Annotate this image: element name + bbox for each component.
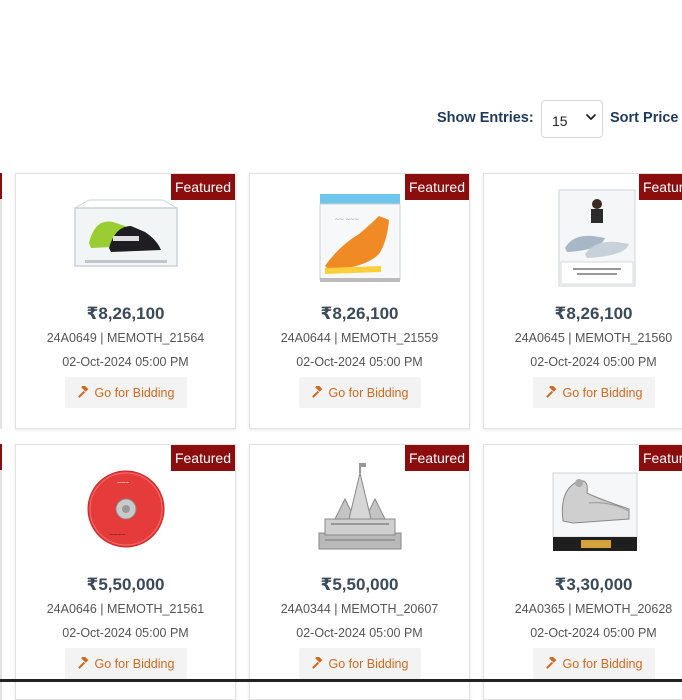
product-price: ₹8,26,100 <box>320 304 399 323</box>
go-for-bidding-button[interactable]: Go for Bidding <box>298 648 421 679</box>
auction-date: 02-Oct-2024 05:00 PM <box>530 355 657 369</box>
product-price: ₹8,26,100 <box>86 304 165 323</box>
auction-date: 02-Oct-2024 05:00 PM <box>296 626 423 640</box>
product-lot-code: 24A0649 | MEMOTH_21564 <box>46 331 205 345</box>
signed-shoes-display-case-image <box>558 189 635 287</box>
product-price: ₹3,30,000 <box>554 575 633 594</box>
go-for-bidding-button[interactable]: Go for Bidding <box>298 377 421 408</box>
go-for-bidding-button[interactable]: Go for Bidding <box>64 377 187 408</box>
partial-card-left-top <box>0 173 2 429</box>
partial-featured-badge <box>0 444 2 470</box>
product-price: ₹5,50,000 <box>320 575 399 594</box>
svg-text:~~ ~~~: ~~ ~~~ <box>335 215 359 224</box>
bid-button-label: Go for Bidding <box>562 656 643 671</box>
product-lot-code: 24A0645 | MEMOTH_21560 <box>514 331 673 345</box>
bid-button-label: Go for Bidding <box>562 385 643 400</box>
gavel-icon <box>311 657 322 669</box>
auction-date: 02-Oct-2024 05:00 PM <box>530 626 657 640</box>
product-lot-code: 24A0644 | MEMOTH_21559 <box>280 331 439 345</box>
product-lot-code: 24A0365 | MEMOTH_20628 <box>514 602 673 616</box>
bid-button-label: Go for Bidding <box>94 656 175 671</box>
auction-date: 02-Oct-2024 05:00 PM <box>62 626 189 640</box>
partial-card-left-bottom <box>0 444 2 700</box>
go-for-bidding-button[interactable]: Go for Bidding <box>532 648 655 679</box>
partial-featured-badge <box>0 173 2 199</box>
product-lot-code: 24A0344 | MEMOTH_20607 <box>280 602 439 616</box>
listing-toolbar: Show Entries: 15 Sort Price <box>0 100 682 140</box>
svg-text:~~~~: ~~~~ <box>109 532 125 539</box>
gavel-icon <box>311 386 322 398</box>
entries-select[interactable]: 15 <box>541 100 603 138</box>
entries-select-value: 15 <box>552 113 568 129</box>
product-card[interactable]: Featured ~~~ ~~~~ ₹5,50,000 24A0646 | ME… <box>15 444 236 700</box>
silver-temple-model-image <box>318 463 401 550</box>
product-card[interactable]: Featured ₹5,50,000 24A0344 | MEMOTH_2060… <box>249 444 470 700</box>
chevron-down-icon <box>586 114 596 120</box>
product-card[interactable]: Featured ₹8,26,100 24A0645 | MEMOTH_2156… <box>483 173 682 429</box>
product-lot-code: 24A0646 | MEMOTH_21561 <box>46 602 205 616</box>
go-for-bidding-button[interactable]: Go for Bidding <box>64 648 187 679</box>
svg-text:~~~: ~~~ <box>117 480 129 487</box>
bid-button-label: Go for Bidding <box>328 656 409 671</box>
product-card[interactable]: Featured ~~ ~~~ ₹8,26,100 24A0644 | MEMO… <box>249 173 470 429</box>
auction-date: 02-Oct-2024 05:00 PM <box>62 355 189 369</box>
shoes-display-case-image <box>73 199 178 267</box>
product-price: ₹5,50,000 <box>86 575 165 594</box>
gavel-icon <box>545 386 556 398</box>
product-card[interactable]: Featured ₹8,26,100 24A0649 | MEMOTH_2156… <box>15 173 236 429</box>
gavel-icon <box>545 657 556 669</box>
red-discus-image: ~~~ ~~~~ <box>87 470 164 548</box>
go-for-bidding-button[interactable]: Go for Bidding <box>532 377 655 408</box>
silver-peacock-display-case-image <box>552 472 637 551</box>
product-card[interactable]: Featured ₹3,30,000 24A0365 | MEMOTH_2062… <box>483 444 682 700</box>
show-entries-label: Show Entries: <box>437 110 534 126</box>
bid-button-label: Go for Bidding <box>328 385 409 400</box>
gavel-icon <box>77 386 88 398</box>
sort-price-control[interactable]: Sort Price <box>610 110 679 126</box>
bid-button-label: Go for Bidding <box>94 385 175 400</box>
orange-shoe-display-case-image: ~~ ~~~ <box>319 194 400 282</box>
product-price: ₹8,26,100 <box>554 304 633 323</box>
auction-date: 02-Oct-2024 05:00 PM <box>296 355 423 369</box>
gavel-icon <box>77 657 88 669</box>
